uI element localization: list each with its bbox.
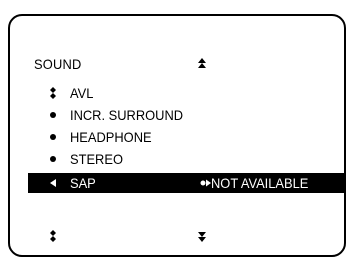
menu-item-label: STEREO: [70, 151, 123, 167]
menu-item-label: INCR. SURROUND: [70, 107, 184, 123]
menu-item-label: SAP: [70, 175, 96, 191]
menu-item-stereo[interactable]: STEREO: [28, 149, 346, 169]
menu-item-incr-surround[interactable]: INCR. SURROUND: [28, 105, 346, 125]
menu-item-label: HEADPHONE: [70, 129, 152, 145]
scroll-dots-icon: [50, 87, 56, 99]
menu-title: SOUND: [34, 56, 82, 72]
bullet-icon: [50, 134, 56, 140]
down-arrow-icon[interactable]: [197, 227, 207, 243]
left-arrow-icon: [50, 179, 56, 187]
menu-item-label: AVL: [70, 85, 94, 101]
menu-item-avl[interactable]: AVL: [28, 83, 346, 103]
up-arrow-icon[interactable]: [197, 57, 207, 73]
scroll-dots-icon: [50, 230, 56, 242]
bullet-icon: [50, 112, 56, 118]
tv-osd-frame: SOUND AVL INCR. SURROUND HEADPHONE STERE…: [8, 14, 346, 257]
bullet-icon: [50, 156, 56, 162]
menu-item-value: NOT AVAILABLE: [211, 175, 309, 191]
menu-item-headphone[interactable]: HEADPHONE: [28, 127, 346, 147]
menu-item-sap[interactable]: SAP NOT AVAILABLE: [28, 173, 346, 193]
